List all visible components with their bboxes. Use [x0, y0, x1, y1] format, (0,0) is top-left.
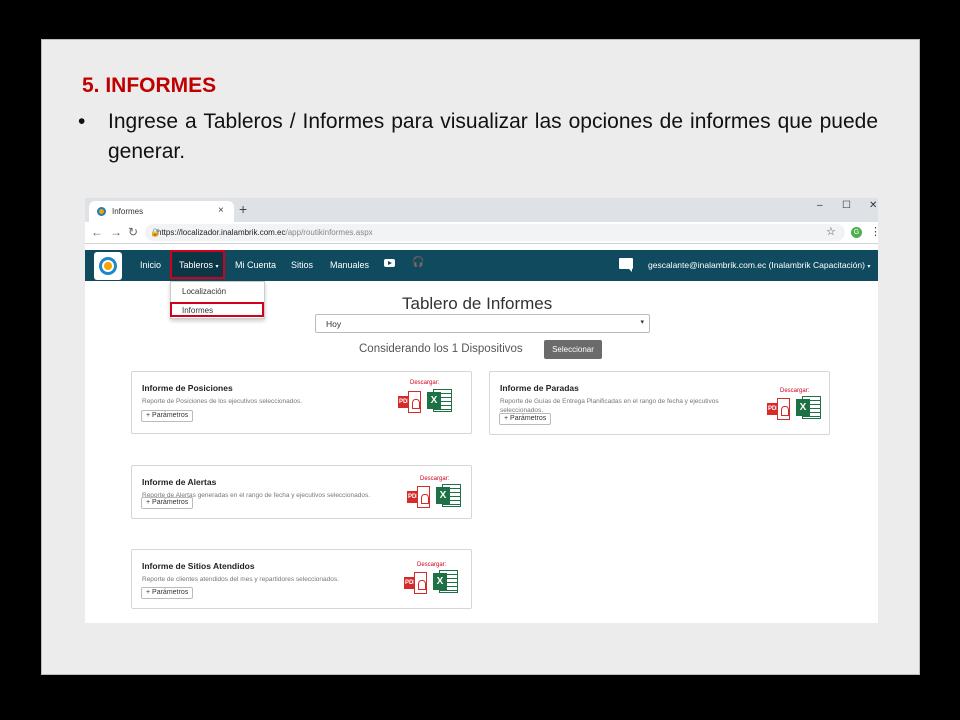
pdf-icon[interactable]: PDF	[407, 486, 431, 508]
browser-menu-icon[interactable]: ⋮	[870, 225, 878, 238]
report-card-posiciones: Informe de Posiciones Reporte de Posicio…	[131, 371, 472, 434]
nav-mi-cuenta[interactable]: Mi Cuenta	[235, 260, 276, 270]
extension-icon[interactable]: G	[851, 227, 862, 238]
youtube-icon[interactable]	[384, 259, 395, 267]
nav-inicio[interactable]: Inicio	[140, 260, 161, 270]
url-path: /app/routikinformes.aspx	[285, 228, 373, 237]
download-label: Descargar:	[410, 380, 440, 386]
headset-icon[interactable]: 🎧	[412, 257, 424, 268]
report-title: Informe de Paradas	[500, 383, 579, 393]
pdf-icon[interactable]: PDF	[404, 572, 428, 594]
dropdown-item-informes[interactable]: Informes	[170, 302, 264, 317]
nav-tableros-label: Tableros	[179, 260, 214, 270]
parameters-button[interactable]: + Parámetros	[141, 587, 194, 599]
lock-icon: 🔒	[150, 228, 160, 237]
devices-count-text: Considerando los 1 Dispositivos	[359, 343, 523, 355]
url-host: https://localizador.inalambrik.com.ec	[157, 228, 286, 237]
pdf-page	[408, 391, 421, 413]
logo-core-icon	[104, 262, 112, 270]
download-label: Descargar:	[417, 562, 447, 568]
close-window-icon[interactable]: ✕	[869, 200, 877, 211]
nav-sitios[interactable]: Sitios	[291, 260, 313, 270]
bullet-text: Ingrese a Tableros / Informes para visua…	[108, 110, 878, 163]
select-devices-button[interactable]: Seleccionar	[544, 340, 602, 359]
pdf-page	[414, 572, 427, 594]
user-menu[interactable]: gescalante@inalambrik.com.ec (Inalambrik…	[648, 260, 870, 270]
pdf-icon[interactable]: PDF	[767, 398, 791, 420]
new-tab-icon[interactable]: +	[239, 201, 247, 217]
browser-tab[interactable]: Informes ×	[89, 201, 234, 222]
period-select[interactable]: Hoy ▾	[315, 314, 650, 333]
report-card-alertas: Informe de Alertas Reporte de Alertas ge…	[131, 465, 472, 519]
excel-tag: X	[427, 392, 441, 409]
nav-manuales[interactable]: Manuales	[330, 260, 369, 270]
user-menu-label: gescalante@inalambrik.com.ec (Inalambrik…	[648, 260, 865, 270]
caret-down-icon: ▾	[215, 264, 219, 270]
period-selected-value: Hoy	[326, 319, 342, 329]
download-label: Descargar:	[420, 476, 450, 482]
close-tab-icon[interactable]: ×	[218, 205, 224, 216]
pdf-page	[417, 486, 430, 508]
excel-icon[interactable]: X	[427, 389, 452, 412]
slide-title: 5. INFORMES	[82, 74, 217, 97]
report-card-paradas: Informe de Paradas Reporte de Guías de E…	[489, 371, 830, 435]
favicon-icon	[97, 207, 106, 216]
tableros-dropdown: Localización Informes	[170, 281, 265, 319]
app-logo[interactable]	[94, 252, 122, 280]
dropdown-item-localizacion[interactable]: Localización	[182, 287, 226, 296]
address-bar-row: ← → ↻ 🔒 https://localizador.inalambrik.co…	[85, 222, 878, 244]
pdf-icon[interactable]: PDF	[398, 391, 422, 413]
pdf-page	[777, 398, 790, 420]
forward-icon[interactable]: →	[110, 225, 122, 239]
tab-title: Informes	[112, 207, 144, 216]
page-title: Tablero de Informes	[402, 294, 553, 313]
chat-icon[interactable]	[619, 258, 633, 272]
bullet-point: • Ingrese a Tableros / Informes para vis…	[78, 107, 878, 167]
app-navbar: Inicio Tableros ▾ Mi Cuenta Sitios Manua…	[85, 250, 878, 281]
minimize-icon[interactable]: –	[817, 200, 823, 211]
report-description: Reporte de clientes atendidos del mes y …	[142, 576, 339, 583]
download-label: Descargar:	[780, 388, 810, 394]
select-arrow-icon: ▾	[640, 319, 644, 326]
reload-icon[interactable]: ↻	[128, 225, 138, 239]
report-title: Informe de Alertas	[142, 477, 217, 487]
report-title: Informe de Sitios Atendidos	[142, 561, 255, 571]
browser-screenshot: Informes × + – ☐ ✕ ← → ↻ 🔒 https://locali…	[85, 198, 878, 623]
url-input[interactable]: 🔒 https://localizador.inalambrik.com.ec/a…	[145, 224, 845, 241]
excel-icon[interactable]: X	[796, 396, 821, 419]
report-description: Reporte de Posiciones de los ejecutivos …	[142, 398, 303, 405]
parameters-button[interactable]: + Parámetros	[499, 413, 552, 425]
dropdown-item-informes-label: Informes	[182, 306, 214, 315]
excel-tag: X	[796, 399, 810, 416]
parameters-button[interactable]: + Parámetros	[141, 410, 194, 422]
report-card-sitios-atendidos: Informe de Sitios Atendidos Reporte de c…	[131, 549, 472, 609]
tab-strip: Informes × + – ☐ ✕	[85, 198, 878, 222]
excel-icon[interactable]: X	[436, 484, 461, 507]
maximize-icon[interactable]: ☐	[842, 200, 851, 211]
user-caret-icon: ▾	[867, 264, 871, 270]
excel-tag: X	[433, 573, 447, 590]
excel-icon[interactable]: X	[433, 570, 458, 593]
bullet-dot: •	[78, 110, 86, 133]
report-title: Informe de Posiciones	[142, 383, 233, 393]
bookmark-star-icon[interactable]: ☆	[826, 225, 836, 238]
back-icon[interactable]: ←	[91, 225, 103, 239]
parameters-button[interactable]: + Parámetros	[141, 497, 194, 509]
excel-tag: X	[436, 487, 450, 504]
nav-tableros[interactable]: Tableros ▾	[170, 250, 225, 279]
